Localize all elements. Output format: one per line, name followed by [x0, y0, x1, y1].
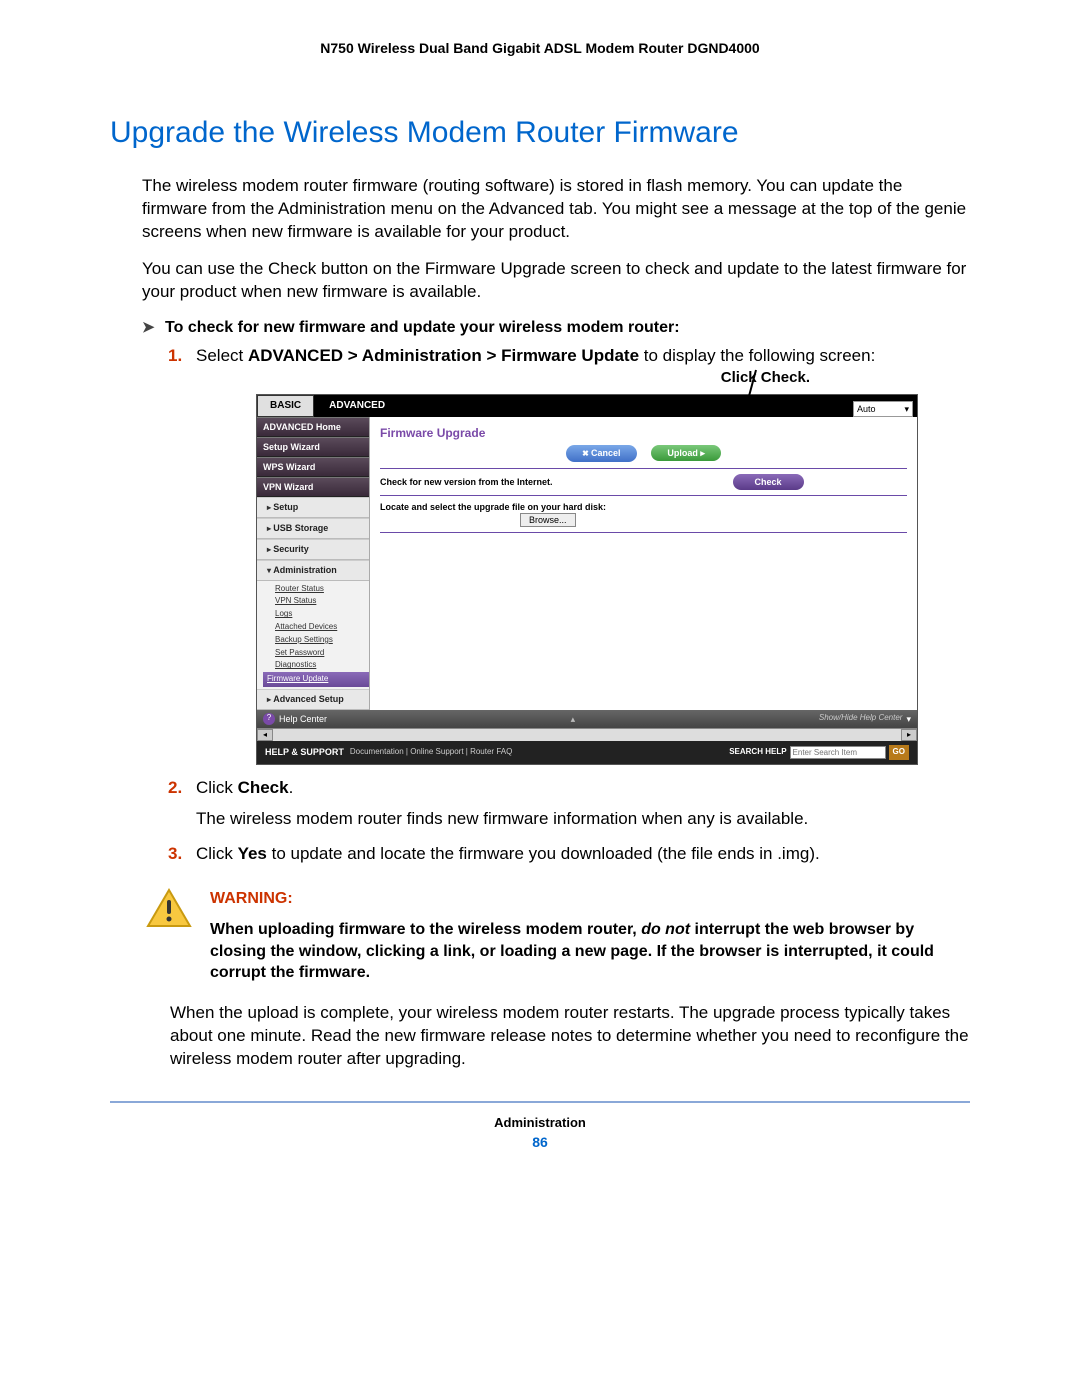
procedure-text: To check for new firmware and update you… — [165, 319, 680, 336]
search-input[interactable] — [790, 746, 886, 759]
warning-icon — [146, 888, 192, 928]
help-showhide: Show/Hide Help Center — [819, 713, 903, 724]
subnav-vpn-status[interactable]: VPN Status — [275, 595, 369, 608]
subnav-diagnostics[interactable]: Diagnostics — [275, 659, 369, 672]
tab-basic[interactable]: BASIC — [257, 395, 314, 417]
browse-label: Locate and select the upgrade file on yo… — [380, 502, 606, 512]
warning-label: WARNING: — [210, 888, 970, 910]
language-value: Auto — [857, 403, 876, 415]
step1-post: to display the following screen: — [639, 346, 875, 365]
subnav-backup-settings[interactable]: Backup Settings — [275, 634, 369, 647]
nav-setup-wizard[interactable]: Setup Wizard — [257, 437, 369, 457]
chevron-down-icon: ▾ — [904, 403, 909, 415]
help-support-label: HELP & SUPPORT — [265, 746, 344, 758]
check-row: Check for new version from the Internet.… — [380, 468, 907, 495]
step-1: Select ADVANCED > Administration > Firmw… — [168, 345, 970, 765]
nav-usb-storage[interactable]: USB Storage — [257, 518, 369, 539]
step2-pre: Click — [196, 778, 238, 797]
nav-administration[interactable]: Administration — [257, 560, 369, 581]
step1-bold: ADVANCED > Administration > Firmware Upd… — [248, 346, 639, 365]
page: N750 Wireless Dual Band Gigabit ADSL Mod… — [0, 0, 1080, 1180]
step1-pre: Select — [196, 346, 248, 365]
step3-pre: Click — [196, 844, 238, 863]
check-button[interactable]: Check — [733, 474, 804, 490]
steps-list: Select ADVANCED > Administration > Firmw… — [168, 345, 970, 866]
upload-button[interactable]: Upload — [651, 445, 721, 461]
intro-paragraph-2: You can use the Check button on the Firm… — [142, 258, 970, 304]
warn-ital: do not — [641, 921, 690, 938]
help-center-bar[interactable]: ? Help Center ▴ Show/Hide Help Center ▾ — [257, 710, 917, 728]
language-select[interactable]: Auto ▾ — [853, 401, 913, 417]
footer-section: Administration — [110, 1115, 970, 1130]
step2-sub: The wireless modem router finds new firm… — [196, 808, 970, 831]
help-label: Help Center — [279, 713, 327, 725]
step3-post: to update and locate the firmware you do… — [267, 844, 820, 863]
footer-bar: HELP & SUPPORT Documentation | Online Su… — [257, 741, 917, 764]
help-icon: ? — [263, 713, 275, 725]
chevron-up-icon: ▴ — [327, 713, 819, 725]
panel-title: Firmware Upgrade — [380, 425, 907, 441]
subnav-attached-devices[interactable]: Attached Devices — [275, 621, 369, 634]
footer-rule — [110, 1101, 970, 1103]
warning-body: When uploading firmware to the wireless … — [210, 919, 970, 984]
step3-bold: Yes — [238, 844, 267, 863]
go-button[interactable]: GO — [889, 745, 909, 760]
footer-links[interactable]: Documentation | Online Support | Router … — [350, 747, 512, 758]
sidebar: ADVANCED Home Setup Wizard WPS Wizard VP… — [257, 417, 370, 710]
callout-click-check: Click Check. — [196, 368, 810, 388]
search-label: SEARCH HELP — [729, 747, 786, 758]
document-header: N750 Wireless Dual Band Gigabit ADSL Mod… — [110, 40, 970, 56]
subnav-router-status[interactable]: Router Status — [275, 583, 369, 596]
subnav-firmware-update[interactable]: Firmware Update — [263, 672, 369, 687]
step2-post: . — [289, 778, 294, 797]
cancel-button[interactable]: Cancel — [566, 445, 636, 462]
warning-box: WARNING: When uploading firmware to the … — [146, 888, 970, 984]
step-3: Click Yes to update and locate the firmw… — [168, 843, 970, 866]
subnav-set-password[interactable]: Set Password — [275, 647, 369, 660]
tab-bar: BASIC ADVANCED Auto ▾ — [257, 395, 917, 417]
step2-bold: Check — [238, 778, 289, 797]
router-screenshot: BASIC ADVANCED Auto ▾ ADVANCED Home Setu… — [256, 394, 918, 765]
subnav-logs[interactable]: Logs — [275, 608, 369, 621]
nav-security[interactable]: Security — [257, 539, 369, 560]
nav-advanced-setup[interactable]: Advanced Setup — [257, 689, 369, 710]
nav-wps-wizard[interactable]: WPS Wizard — [257, 457, 369, 477]
browse-button[interactable]: Browse... — [520, 513, 576, 527]
triangle-icon: ➤ — [142, 318, 155, 336]
step-2: Click Check. The wireless modem router f… — [168, 777, 970, 831]
tab-advanced[interactable]: ADVANCED — [316, 395, 398, 417]
chevron-down-icon: ▾ — [906, 713, 911, 725]
admin-submenu: Router Status VPN Status Logs Attached D… — [257, 581, 369, 689]
nav-setup[interactable]: Setup — [257, 497, 369, 518]
section-title: Upgrade the Wireless Modem Router Firmwa… — [110, 116, 970, 150]
browse-row: Locate and select the upgrade file on yo… — [380, 495, 907, 532]
closing-paragraph: When the upload is complete, your wirele… — [170, 1002, 970, 1071]
check-label: Check for new version from the Internet. — [380, 476, 553, 488]
procedure-heading: ➤ To check for new firmware and update y… — [142, 318, 970, 337]
intro-paragraph-1: The wireless modem router firmware (rout… — [142, 175, 970, 244]
scrollbar[interactable]: ◂ ▸ — [257, 728, 917, 741]
warn-pre: When uploading firmware to the wireless … — [210, 921, 641, 938]
nav-advanced-home[interactable]: ADVANCED Home — [257, 417, 369, 437]
footer-page-number: 86 — [110, 1134, 970, 1150]
nav-vpn-wizard[interactable]: VPN Wizard — [257, 477, 369, 497]
scroll-left-icon[interactable]: ◂ — [257, 729, 273, 741]
scroll-right-icon[interactable]: ▸ — [901, 729, 917, 741]
main-panel: Firmware Upgrade Cancel Upload Check for… — [370, 417, 917, 710]
